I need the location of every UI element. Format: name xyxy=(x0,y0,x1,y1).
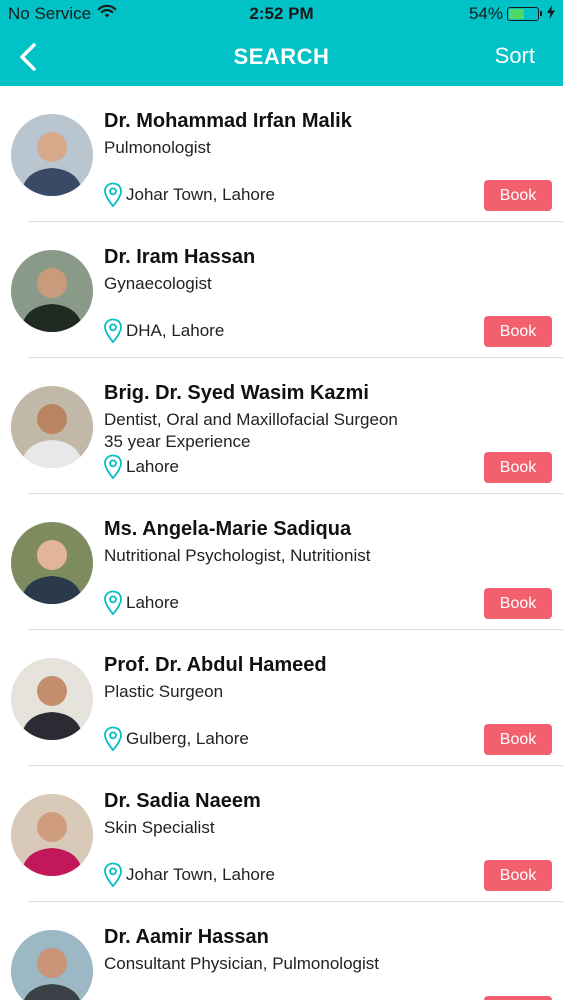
doctor-avatar xyxy=(11,930,93,1000)
doctor-row-7[interactable]: Dr. Aamir Hassan Consultant Physician, P… xyxy=(0,902,563,1000)
location-pin-icon xyxy=(104,590,122,616)
doctor-avatar xyxy=(11,794,93,876)
sort-button[interactable]: Sort xyxy=(495,43,535,69)
doctor-specialty: Plastic Surgeon xyxy=(104,682,224,701)
doctor-list[interactable]: Dr. Mohammad Irfan Malik Pulmonologist J… xyxy=(0,86,563,1000)
doctor-specialty: Pulmonologist xyxy=(104,138,211,157)
doctor-specialty: Skin Specialist xyxy=(104,818,215,837)
doctor-name[interactable]: Dr. Aamir Hassan xyxy=(104,926,269,949)
book-button[interactable]: Book xyxy=(484,860,552,891)
doctor-location: Gulberg, Lahore xyxy=(103,726,249,752)
doctor-specialty: Gynaecologist xyxy=(104,274,212,293)
battery-fill xyxy=(509,9,525,19)
doctor-row-2[interactable]: Dr. Iram Hassan Gynaecologist DHA, Lahor… xyxy=(0,222,563,358)
doctor-name[interactable]: Brig. Dr. Syed Wasim Kazmi xyxy=(104,382,369,405)
doctor-specialty: Dentist, Oral and Maxillofacial Surgeon xyxy=(104,410,398,429)
book-button[interactable]: Book xyxy=(484,724,552,755)
location-pin-icon xyxy=(104,726,122,752)
battery-icon xyxy=(507,7,542,21)
doctor-name[interactable]: Dr. Sadia Naeem xyxy=(104,790,261,813)
book-button[interactable]: Book xyxy=(484,180,552,211)
book-button[interactable]: Book xyxy=(484,452,552,483)
doctor-row-5[interactable]: Prof. Dr. Abdul Hameed Plastic Surgeon G… xyxy=(0,630,563,766)
location-pin-icon xyxy=(104,454,122,480)
battery-percent: 54% xyxy=(468,4,503,23)
location-pin-icon xyxy=(104,862,122,888)
doctor-specialty: Nutritional Psychologist, Nutritionist xyxy=(104,546,371,565)
status-right: 54% xyxy=(469,4,555,24)
doctor-row-3[interactable]: Brig. Dr. Syed Wasim Kazmi Dentist, Oral… xyxy=(0,358,563,494)
charging-bolt-icon xyxy=(547,4,555,24)
doctor-row-1[interactable]: Dr. Mohammad Irfan Malik Pulmonologist J… xyxy=(0,86,563,222)
doctor-avatar xyxy=(11,658,93,740)
nav-bar: SEARCH Sort xyxy=(0,28,563,86)
doctor-location: Johar Town, Lahore xyxy=(103,862,275,888)
location-label: DHA, Lahore xyxy=(126,321,225,340)
location-label: Gulberg, Lahore xyxy=(126,729,249,748)
doctor-avatar xyxy=(11,114,93,196)
location-pin-icon xyxy=(104,182,122,208)
doctor-avatar xyxy=(11,522,93,604)
book-button[interactable]: Book xyxy=(484,316,552,347)
location-label: Johar Town, Lahore xyxy=(126,185,276,204)
location-label: Lahore xyxy=(126,593,179,612)
doctor-name[interactable]: Ms. Angela-Marie Sadiqua xyxy=(104,518,351,541)
doctor-location: Lahore xyxy=(103,454,179,480)
doctor-row-4[interactable]: Ms. Angela-Marie Sadiqua Nutritional Psy… xyxy=(0,494,563,630)
status-bar: No Service 2:52 PM 54% xyxy=(0,0,563,28)
location-label: Lahore xyxy=(126,457,179,476)
doctor-experience: 35 year Experience xyxy=(104,432,251,451)
doctor-avatar xyxy=(11,250,93,332)
doctor-name[interactable]: Dr. Mohammad Irfan Malik xyxy=(104,110,352,133)
page-title: SEARCH xyxy=(233,44,330,69)
doctor-avatar xyxy=(11,386,93,468)
location-label: Johar Town, Lahore xyxy=(126,865,276,884)
doctor-row-6[interactable]: Dr. Sadia Naeem Skin Specialist Johar To… xyxy=(0,766,563,902)
location-pin-icon xyxy=(104,318,122,344)
doctor-location: Lahore xyxy=(103,590,179,616)
doctor-location: DHA, Lahore xyxy=(103,318,224,344)
doctor-name[interactable]: Dr. Iram Hassan xyxy=(104,246,255,269)
book-button[interactable]: Book xyxy=(484,588,552,619)
doctor-specialty: Consultant Physician, Pulmonologist xyxy=(104,954,379,973)
doctor-name[interactable]: Prof. Dr. Abdul Hameed xyxy=(104,654,327,677)
doctor-location: Johar Town, Lahore xyxy=(103,182,275,208)
book-button[interactable]: Book xyxy=(484,996,552,1000)
